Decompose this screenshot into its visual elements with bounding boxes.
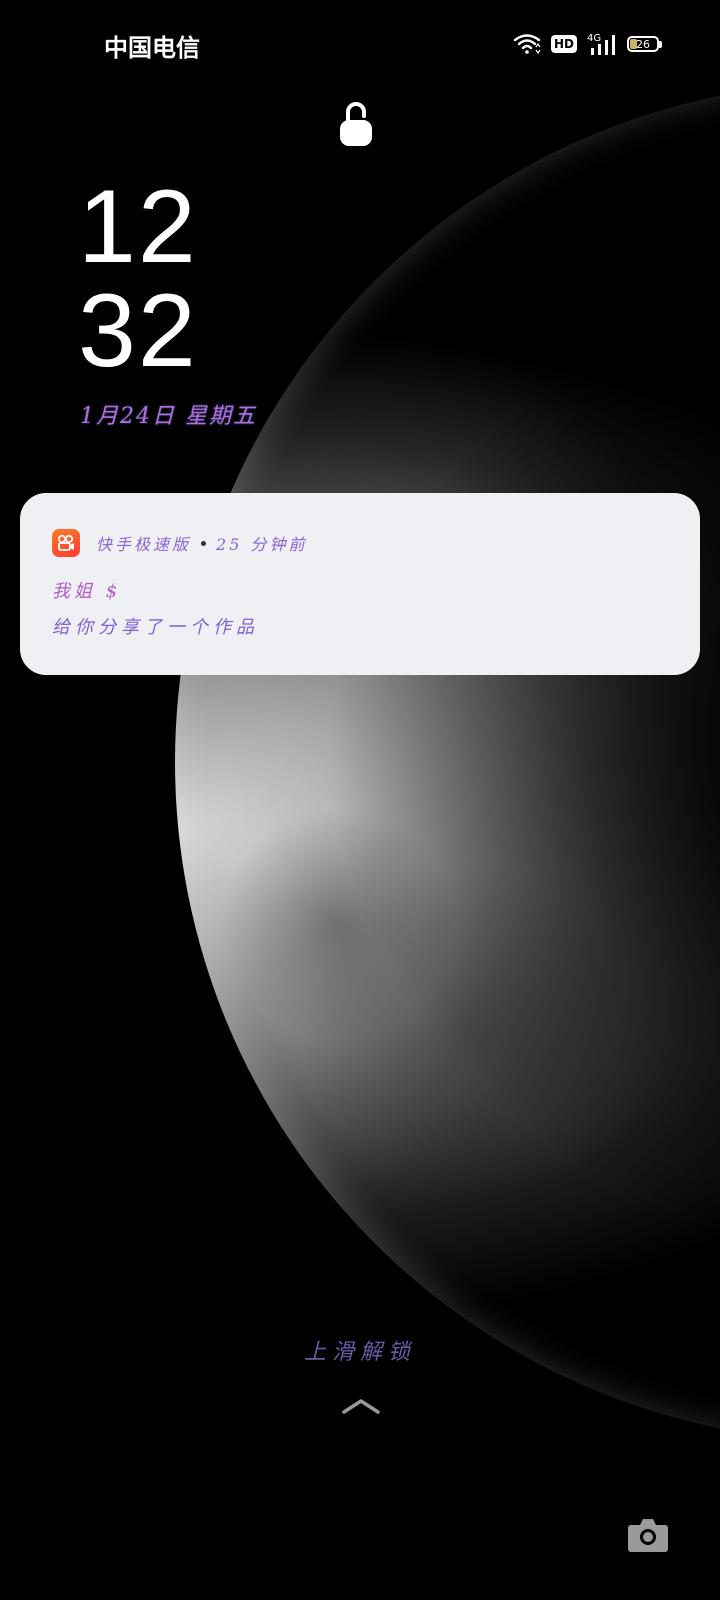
status-icons: HD 4G 26 (513, 30, 662, 58)
unlocked-padlock-icon (340, 102, 372, 146)
clock-hours: 12 (78, 169, 198, 285)
wifi-icon (513, 34, 541, 55)
video-camera-icon (57, 534, 74, 551)
separator-dot (201, 540, 207, 546)
moon-wallpaper (175, 82, 720, 1442)
status-bar: 中国电信 HD 4G 26 (0, 0, 720, 90)
camera-icon[interactable] (627, 1515, 669, 1553)
notification-title: 我姐 $ (52, 581, 122, 602)
lock-screen: 中国电信 HD 4G 26 12 32 1月24日 星期五 快手极速版 25 分… (0, 0, 720, 1600)
date-label: 1月24日 星期五 (80, 404, 257, 429)
chevron-up-icon[interactable] (341, 1397, 381, 1415)
clock-minutes: 32 (78, 273, 198, 389)
clock: 12 32 (78, 175, 198, 383)
battery-body: 26 (627, 36, 659, 52)
notification-app-name: 快手极速版 (96, 535, 192, 554)
kuaishou-app-icon (52, 529, 80, 557)
battery-tip (659, 40, 662, 48)
notification-card[interactable]: 快手极速版 25 分钟前 我姐 $ 给你分享了一个作品 (20, 493, 700, 675)
notification-body: 给你分享了一个作品 (52, 617, 259, 638)
battery-icon: 26 (627, 36, 662, 52)
signal-4g-icon: 4G (587, 33, 615, 55)
notification-time: 25 分钟前 (216, 535, 308, 554)
network-type-label: 4G (587, 33, 601, 44)
battery-level: 26 (636, 37, 650, 51)
carrier-label: 中国电信 (104, 34, 200, 62)
swipe-unlock-hint[interactable]: 上滑解锁 (0, 1334, 720, 1366)
notification-header: 快手极速版 25 分钟前 (52, 529, 668, 557)
hd-icon: HD (550, 35, 577, 53)
